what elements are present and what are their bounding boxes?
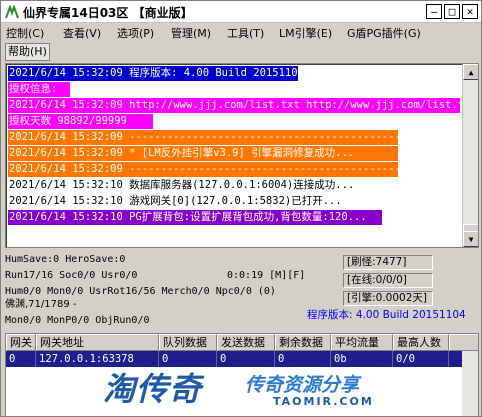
table-header: 网关 网关地址 队列数据 发送数据 剩余数据 平均流量 最高人数: [6, 334, 478, 351]
app-icon: [5, 5, 19, 19]
log-panel[interactable]: 2021/6/14 15:32:09 程序版本: 4.00 Build 2015…: [5, 63, 479, 248]
status-run: Run17/16 Soc0/0 Usr0/0: [5, 270, 138, 281]
status-counts: Hum0/0 Mon0/0 UsrRot16/56 Merch0/0 Npc0/…: [5, 286, 276, 297]
col-queue-data[interactable]: 队列数据: [159, 334, 217, 351]
scroll-up-arrow-icon[interactable]: ▲: [463, 64, 478, 80]
title-bar[interactable]: 仙界专属14日03区 【商业版】 — □ ✕: [1, 1, 481, 23]
table-scrollbar[interactable]: [462, 351, 478, 416]
status-area: HumSave:0 HeroSave:0 Run17/16 Soc0/0 Usr…: [1, 251, 481, 333]
menu-options[interactable]: 选项(P): [115, 25, 156, 43]
cell-max-users: 0/0: [393, 351, 449, 367]
menu-help[interactable]: 帮助(H): [5, 43, 50, 61]
log-line: 2021/6/14 15:32:10 PG扩展背包:设置扩展背包成功,背包数量:…: [8, 210, 382, 225]
minimize-button[interactable]: —: [426, 4, 442, 19]
log-line: 2021/6/14 15:32:09 ---------------------…: [8, 130, 446, 145]
log-line: 授权天数 98892/99999: [8, 114, 153, 129]
close-icon: ✕: [466, 5, 474, 18]
log-line: 2021/6/14 15:32:10 游戏网关[0](127.0.0.1:583…: [8, 194, 342, 209]
menu-lm-engine[interactable]: LM引擎(E): [277, 25, 334, 43]
col-send-data[interactable]: 发送数据: [217, 334, 275, 351]
col-avg-traffic[interactable]: 平均流量: [331, 334, 393, 351]
status-save: HumSave:0 HeroSave:0: [5, 254, 126, 265]
menu-tools[interactable]: 工具(T): [225, 25, 266, 43]
cell-queue-data: 0: [159, 351, 217, 367]
log-line: 授权信息:: [8, 82, 70, 97]
col-filler: [449, 334, 478, 351]
refresh-monster-box: [刷怪:7477]: [343, 255, 433, 270]
menu-gshield-plugin[interactable]: G盾PG插件(G): [345, 25, 423, 43]
gateway-table[interactable]: 网关 网关地址 队列数据 发送数据 剩余数据 平均流量 最高人数 0 127.0…: [5, 333, 479, 417]
scroll-down-arrow-icon[interactable]: ▼: [463, 231, 478, 247]
log-line: 2021/6/14 15:32:09 * [LM反外挂引擎v3.9] 引擎漏洞修…: [8, 146, 398, 161]
table-row[interactable]: 0 127.0.0.1:63378 0 0 0 0b 0/0: [6, 351, 464, 367]
engine-box: [引擎:0.0002天]: [343, 291, 433, 306]
program-version: 程序版本: 4.00 Build 20151104: [307, 309, 466, 321]
cell-send-data: 0: [217, 351, 275, 367]
window-title: 仙界专属14日03区 【商业版】: [23, 6, 193, 20]
cell-remaining-data: 0: [275, 351, 331, 367]
log-line: 2021/6/14 15:32:09 http://www.jjj.com/li…: [8, 98, 477, 113]
log-scrollbar[interactable]: ▲ ▼: [462, 64, 478, 247]
main-window: 仙界专属14日03区 【商业版】 — □ ✕ 控制(C) 查看(V) 选项(P)…: [0, 0, 482, 417]
menu-manage[interactable]: 管理(M): [169, 25, 213, 43]
maximize-icon: □: [448, 5, 456, 18]
menu-view[interactable]: 查看(V): [61, 25, 103, 43]
online-box: [在线:0/0/0]: [343, 273, 433, 288]
cell-gateway: 0: [6, 351, 36, 367]
status-uptime: 0:0:19 [M][F]: [227, 270, 306, 281]
status-location: 佛渊,71/1789 -: [5, 299, 77, 310]
cell-avg-traffic: 0b: [331, 351, 393, 367]
col-gateway-address[interactable]: 网关地址: [36, 334, 159, 351]
menu-control[interactable]: 控制(C): [4, 25, 46, 43]
log-line: 2021/6/14 15:32:10 数据库服务器(127.0.0.1:6004…: [8, 178, 355, 193]
close-button[interactable]: ✕: [462, 4, 478, 19]
log-line: 2021/6/14 15:32:09 ---------------------…: [8, 162, 446, 177]
col-remaining-data[interactable]: 剩余数据: [275, 334, 331, 351]
col-max-users[interactable]: 最高人数: [393, 334, 449, 351]
col-gateway[interactable]: 网关: [6, 334, 36, 351]
minimize-icon: —: [430, 5, 438, 18]
menu-bar: 控制(C) 查看(V) 选项(P) 管理(M) 工具(T) LM引擎(E) G盾…: [1, 23, 481, 63]
cell-gateway-address: 127.0.0.1:63378: [36, 351, 159, 367]
log-line: 2021/6/14 15:32:09 程序版本: 4.00 Build 2015…: [8, 66, 304, 81]
status-monsters: Mon0/0 MonP0/0 ObjRun0/0: [5, 315, 150, 326]
maximize-button[interactable]: □: [444, 4, 460, 19]
